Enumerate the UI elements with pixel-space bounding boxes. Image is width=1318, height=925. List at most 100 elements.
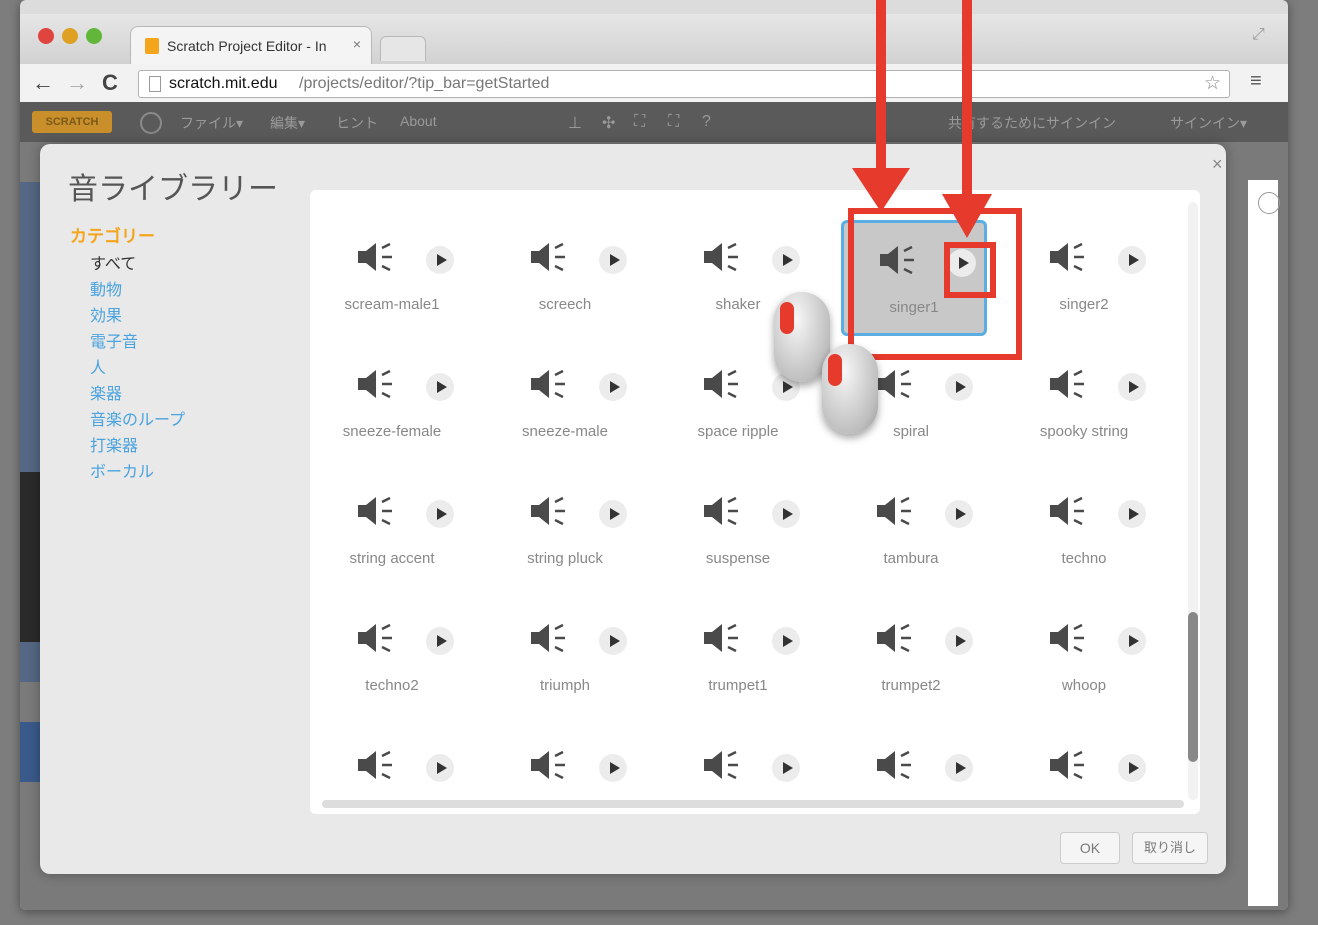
bookmark-star-icon[interactable]: ☆ xyxy=(1204,72,1221,95)
play-button[interactable] xyxy=(426,500,454,528)
play-button[interactable] xyxy=(599,373,627,401)
close-window-button[interactable] xyxy=(38,28,54,44)
sound-item[interactable]: sneeze-female xyxy=(322,347,462,457)
sound-name: string pluck xyxy=(527,550,603,567)
play-button[interactable] xyxy=(945,500,973,528)
category-animals[interactable]: 動物 xyxy=(90,276,122,300)
sound-item[interactable] xyxy=(322,728,462,814)
sound-item[interactable] xyxy=(1014,728,1154,814)
play-button[interactable] xyxy=(945,754,973,782)
play-icon xyxy=(1129,762,1139,774)
ok-button[interactable]: OK xyxy=(1060,832,1120,864)
browser-tab[interactable]: Scratch Project Editor - In × xyxy=(130,26,372,65)
grow-icon[interactable]: ⛶ xyxy=(634,113,645,131)
play-button[interactable] xyxy=(426,373,454,401)
sound-item[interactable]: suspense xyxy=(668,474,808,584)
sound-item[interactable]: screech xyxy=(495,220,635,330)
play-button[interactable] xyxy=(772,754,800,782)
speaker-icon xyxy=(531,750,565,780)
sound-item[interactable]: string pluck xyxy=(495,474,635,584)
reload-icon[interactable]: C xyxy=(102,70,118,96)
scratch-logo[interactable]: SCRATCH xyxy=(32,111,112,133)
close-icon[interactable]: × xyxy=(1212,154,1223,175)
play-icon xyxy=(610,254,620,266)
speaker-icon xyxy=(531,496,565,526)
play-button[interactable] xyxy=(599,246,627,274)
play-button[interactable] xyxy=(772,627,800,655)
category-human[interactable]: 人 xyxy=(90,354,106,378)
minimize-window-button[interactable] xyxy=(62,28,78,44)
sound-item[interactable]: spooky string xyxy=(1014,347,1154,457)
sound-item[interactable]: scream-male1 xyxy=(322,220,462,330)
play-button[interactable] xyxy=(945,627,973,655)
cut-icon[interactable]: ✣ xyxy=(602,113,615,133)
play-button[interactable] xyxy=(426,627,454,655)
zoom-window-button[interactable] xyxy=(86,28,102,44)
tab-close-icon[interactable]: × xyxy=(353,36,361,52)
speaker-icon xyxy=(877,496,911,526)
play-button[interactable] xyxy=(1118,373,1146,401)
sound-item[interactable] xyxy=(668,728,808,814)
category-music-loops[interactable]: 音楽のループ xyxy=(90,406,185,430)
sound-item[interactable]: singer2 xyxy=(1014,220,1154,330)
sound-item[interactable]: trumpet2 xyxy=(841,601,981,711)
url-host: scratch.mit.edu xyxy=(169,75,278,92)
fullscreen-icon[interactable]: ⤢ xyxy=(1252,26,1265,44)
category-electronic[interactable]: 電子音 xyxy=(90,328,138,352)
sound-name: suspense xyxy=(705,550,771,567)
sound-item[interactable]: techno2 xyxy=(322,601,462,711)
menu-file[interactable]: ファイル▾ xyxy=(180,113,243,133)
sound-item[interactable] xyxy=(841,728,981,814)
play-button[interactable] xyxy=(1118,627,1146,655)
signin-menu[interactable]: サインイン▾ xyxy=(1170,113,1247,133)
vertical-scrollbar[interactable] xyxy=(1188,202,1198,800)
menu-icon[interactable]: ≡ xyxy=(1250,70,1262,93)
duplicate-icon[interactable]: ⊥ xyxy=(568,113,582,133)
sound-item[interactable] xyxy=(495,728,635,814)
new-tab-button[interactable] xyxy=(380,36,426,61)
scrollbar-thumb[interactable] xyxy=(1188,612,1198,762)
speaker-icon xyxy=(358,750,392,780)
play-button[interactable] xyxy=(1118,754,1146,782)
sound-item[interactable]: whoop xyxy=(1014,601,1154,711)
play-button[interactable] xyxy=(426,246,454,274)
category-percussion[interactable]: 打楽器 xyxy=(90,432,138,456)
sound-name: string accent xyxy=(349,550,435,567)
sound-item[interactable]: triumph xyxy=(495,601,635,711)
category-effects[interactable]: 効果 xyxy=(90,302,122,326)
play-button[interactable] xyxy=(426,754,454,782)
play-button[interactable] xyxy=(599,500,627,528)
menu-about[interactable]: About xyxy=(400,113,437,129)
menu-edit[interactable]: 編集▾ xyxy=(270,113,305,133)
help-circle-icon[interactable] xyxy=(1258,192,1280,214)
sound-item[interactable]: sneeze-male xyxy=(495,347,635,457)
back-arrow-icon[interactable]: ← xyxy=(32,70,54,96)
play-button[interactable] xyxy=(945,373,973,401)
sound-item[interactable]: techno xyxy=(1014,474,1154,584)
play-button[interactable] xyxy=(599,754,627,782)
sound-item[interactable]: tambura xyxy=(841,474,981,584)
help-icon[interactable]: ? xyxy=(702,113,711,131)
play-icon xyxy=(610,508,620,520)
share-signin-link[interactable]: 共有するためにサインイン xyxy=(948,113,1116,133)
category-instruments[interactable]: 楽器 xyxy=(90,380,122,404)
sound-name: scream-male1 xyxy=(344,296,440,313)
sound-item[interactable]: string accent xyxy=(322,474,462,584)
play-button[interactable] xyxy=(1118,500,1146,528)
forward-arrow-icon[interactable]: → xyxy=(66,70,88,96)
category-vocals[interactable]: ボーカル xyxy=(90,458,154,482)
sound-item[interactable]: trumpet1 xyxy=(668,601,808,711)
cancel-button[interactable]: 取り消し xyxy=(1132,832,1208,864)
address-bar[interactable]: scratch.mit.edu /projects/editor/?tip_ba… xyxy=(138,70,1230,98)
shrink-icon[interactable]: ⛶ xyxy=(668,113,679,131)
play-icon xyxy=(610,762,620,774)
globe-icon[interactable] xyxy=(140,112,162,134)
play-button[interactable] xyxy=(772,246,800,274)
play-button[interactable] xyxy=(599,627,627,655)
sound-name: space ripple xyxy=(697,423,779,440)
scratch-favicon-icon xyxy=(145,38,159,54)
play-button[interactable] xyxy=(1118,246,1146,274)
play-button[interactable] xyxy=(772,500,800,528)
menu-tips[interactable]: ヒント xyxy=(336,113,378,133)
category-all[interactable]: すべて xyxy=(90,250,136,274)
